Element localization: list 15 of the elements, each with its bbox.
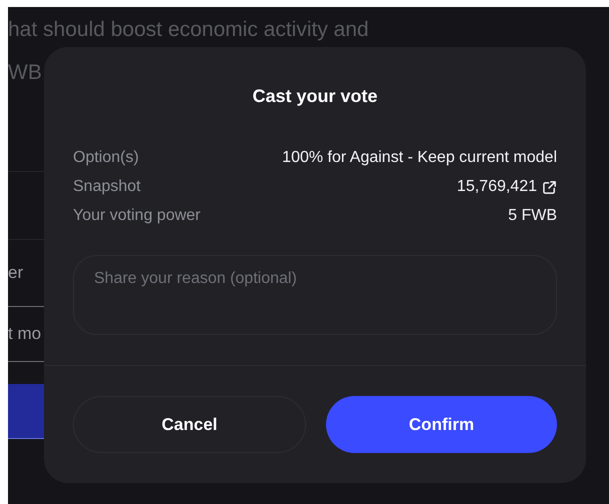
detail-value: 15,769,421 (456, 177, 537, 197)
reason-field[interactable]: Share your reason (optional) (73, 255, 557, 335)
dialog-title: Cast your vote (252, 86, 378, 107)
detail-label: Snapshot (73, 177, 141, 197)
detail-value: 100% for Against - Keep current model (282, 148, 557, 168)
detail-label: Option(s) (73, 148, 139, 168)
detail-value: 5 FWB (508, 206, 557, 226)
row-text: er (8, 263, 24, 283)
heading-text: hat should boost economic activity and (8, 17, 370, 43)
cancel-button[interactable]: Cancel (73, 396, 306, 453)
row-text: t mo (8, 324, 42, 344)
external-link-icon[interactable] (542, 180, 557, 194)
heading-text: WB (8, 60, 43, 86)
detail-label: Your voting power (73, 206, 200, 226)
confirm-button[interactable]: Confirm (326, 396, 557, 453)
